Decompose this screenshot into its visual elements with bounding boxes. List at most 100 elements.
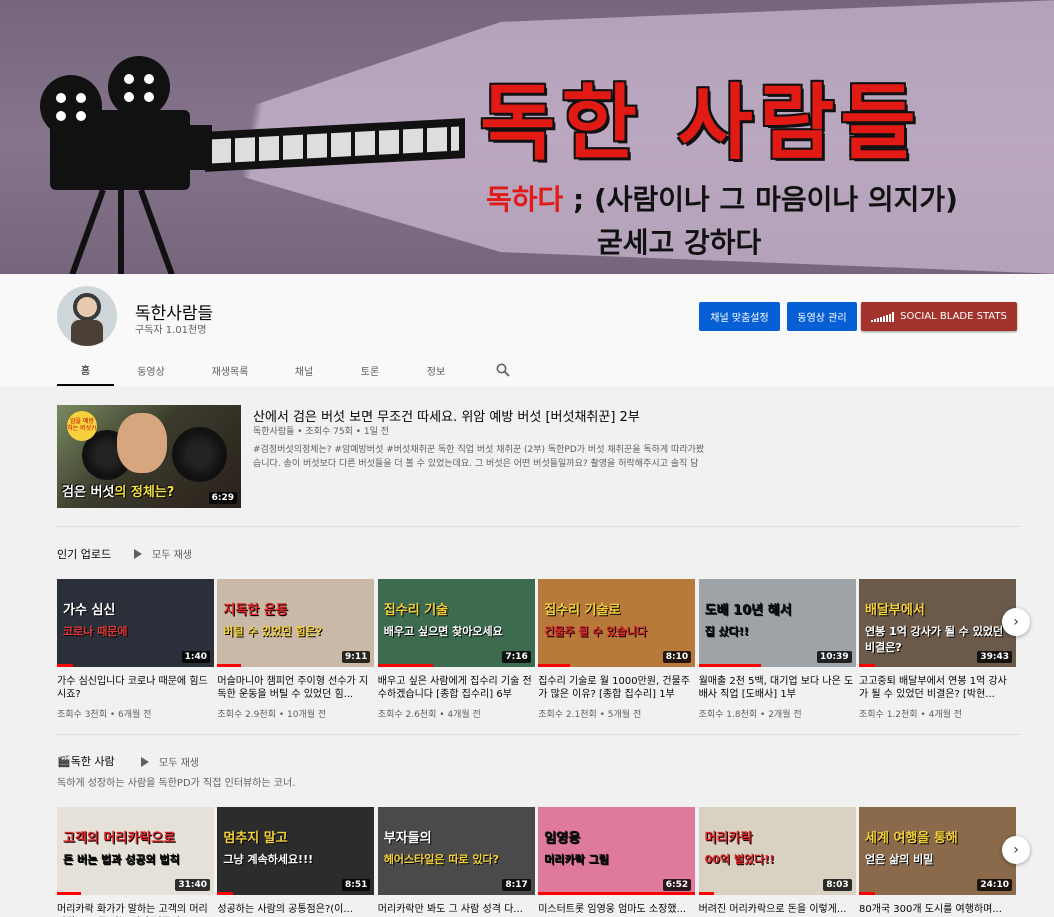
video-thumbnail[interactable]: 가수 심신 코로나 때문에 1:40 [57, 579, 214, 667]
video-thumbnail[interactable]: 부자들의헤어스타일은 따로 있다? 8:17 [377, 807, 535, 895]
video-duration: 39:43 [977, 651, 1012, 663]
video-title[interactable]: 집수리 기술로 월 1000만원, 건물주가 많은 이유? [종합 집수리] 1… [538, 675, 695, 701]
video-meta: 조회수 2.6천회 • 4개월 전 [377, 710, 481, 720]
manage-videos-button[interactable]: 동영상 관리 [787, 302, 857, 331]
video-title[interactable]: 월매출 2천 5백, 대기업 보다 나은 도배사 직업 [도배사] 1부 [699, 675, 856, 701]
video-thumbnail[interactable]: 지독한 운동 버틸 수 있었던 힘은? 9:11 [217, 579, 375, 667]
thumbnail-text: 집수리 기술 [383, 603, 449, 618]
film-reel-icon [40, 75, 102, 137]
watch-progress-bar [377, 664, 433, 667]
video-thumbnail[interactable]: 배달부에서 연봉 1억 강사가 될 수 있었던 비결은? 39:43 [859, 579, 1016, 667]
tab-home[interactable]: 홈 [57, 354, 114, 386]
tab-playlists[interactable]: 재생목록 [188, 354, 272, 386]
featured-video-meta: 독한사람들 • 조회수 75회 • 1일 전 [253, 427, 390, 437]
video-duration: 8:10 [662, 651, 692, 663]
shelf-title-popular[interactable]: 인기 업로드 [57, 546, 111, 562]
featured-video-description: #검정버섯의정체는? #암예방버섯 #버섯채취꾼 독한 직업 버섯 채취꾼 (2… [253, 445, 705, 469]
video-title[interactable]: 버려진 머리카락으로 돈을 이렇게... [699, 903, 856, 917]
tab-about[interactable]: 정보 [404, 354, 468, 386]
video-title[interactable]: 머리카락만 봐도 그 사람 성격 다... [378, 903, 535, 917]
play-all-button[interactable]: 모두 재생 [141, 754, 199, 769]
video-duration: 8:51 [342, 879, 371, 891]
thumbnail-text: 머리카락 그림 [544, 853, 609, 866]
thumbnail-caption: 검은 버섯의 정체는? [62, 485, 175, 500]
thumbnail-text: 버틸 수 있었던 힘은? [223, 625, 323, 638]
video-thumbnail[interactable]: 고객의 머리카락으로 돈 버는 법과 성공의 법칙 31:40 [57, 807, 214, 895]
shelf-description: 독하게 성장하는 사람을 독한PD가 직접 인터뷰하는 코너. [57, 778, 296, 789]
video-duration: 8:17 [502, 879, 531, 891]
video-thumbnail[interactable]: 멈추지 말고 그냥 계속하세요!!! 8:51 [217, 807, 375, 895]
tab-channels[interactable]: 채널 [272, 354, 336, 386]
thumbnail-text: 얻은 삶의 비밀 [865, 853, 934, 866]
watch-progress-bar [859, 892, 875, 895]
video-card[interactable]: 가수 심신 코로나 때문에 1:40 가수 심신입니다 코로나 때문에 힘드시죠? 조회… [57, 579, 214, 720]
video-card[interactable]: 멈추지 말고 그냥 계속하세요!!! 8:51 성공하는 사람의 공통점은?(이... [217, 807, 375, 917]
video-title[interactable]: 미스터트롯 임영웅 엄마도 소장했... [538, 903, 695, 917]
avatar[interactable] [57, 286, 117, 346]
video-thumbnail[interactable]: 머리카락 00억 벌었다!! 8:03 [698, 807, 856, 895]
socialblade-label: SOCIAL BLADE STATS [900, 311, 1007, 322]
video-card[interactable]: 도배 10년 해서 집 샀다!! 10:39 월매출 2천 5백, 대기업 보다 나은… [698, 579, 856, 720]
video-card[interactable]: 집수리 기술배우고 싶으면 찾아오세요 7:16 배우고 싶은 사람에게 집수리 기… [377, 579, 535, 720]
video-duration: 7:16 [502, 651, 531, 663]
video-card[interactable]: 지독한 운동 버틸 수 있었던 힘은? 9:11 머슬마니아 챔피언 주이형 선수가 … [217, 579, 375, 720]
thumbnail-text: 세계 여행을 통해 [865, 831, 958, 846]
video-card[interactable]: 머리카락 00억 벌었다!! 8:03 버려진 머리카락으로 돈을 이렇게... [698, 807, 856, 917]
video-card[interactable]: 세계 여행을 통해얻은 삶의 비밀 24:10 80개국 300개 도시를 여행하며… [859, 807, 1016, 917]
video-thumbnail[interactable]: 도배 10년 해서 집 샀다!! 10:39 [698, 579, 856, 667]
watch-progress-bar [57, 892, 81, 895]
customize-channel-button[interactable]: 채널 맞춤설정 [699, 302, 780, 331]
thumbnail-text: 지독한 운동 [223, 603, 288, 618]
search-icon[interactable] [488, 354, 518, 386]
video-card[interactable]: 배달부에서 연봉 1억 강사가 될 수 있었던 비결은? 39:43 고고중퇴 배달부… [859, 579, 1016, 720]
thumbnail-text: 집 샀다!! [704, 625, 749, 638]
tab-discussion[interactable]: 토론 [336, 354, 404, 386]
video-title[interactable]: 머리카락 화가가 말하는 고객의 머리카락으로 돈 버는 법과 성공의... [57, 903, 214, 917]
channel-tabs: 홈 동영상 재생목록 채널 토론 정보 [57, 354, 518, 386]
video-title[interactable]: 80개국 300개 도시를 여행하며... [859, 903, 1016, 917]
channel-header: 독한사람들 구독자 1.01천명 채널 맞춤설정 동영상 관리 SOCIAL B… [0, 274, 1054, 386]
video-duration: 6:52 [662, 879, 692, 891]
video-card[interactable]: 고객의 머리카락으로 돈 버는 법과 성공의 법칙 31:40 머리카락 화가가 말하… [57, 807, 214, 917]
video-duration: 31:40 [175, 879, 210, 891]
thumbnail-text: 도배 10년 해서 [704, 603, 792, 618]
thumbnail-text: 그냥 계속하세요!!! [223, 853, 314, 866]
thumbnail-text: 부자들의 [383, 831, 432, 846]
mushroom-image [172, 427, 227, 482]
play-all-button[interactable]: 모두 재생 [134, 546, 192, 561]
video-title[interactable]: 성공하는 사람의 공통점은?(이... [217, 903, 374, 917]
shelf-title-dokhan[interactable]: 🎬독한 사람 [57, 753, 115, 769]
video-thumbnail[interactable]: 집수리 기술로 건물주 될 수 있습니다 8:10 [538, 579, 696, 667]
video-title[interactable]: 가수 심신입니다 코로나 때문에 힘드시죠? [57, 675, 214, 701]
subscriber-count: 구독자 1.01천명 [135, 325, 207, 336]
featured-video-thumbnail[interactable]: 암을 예방 하는 버섯?! 검은 버섯의 정체는? 6:29 [57, 405, 241, 508]
tab-videos[interactable]: 동영상 [114, 354, 188, 386]
video-thumbnail[interactable]: 집수리 기술배우고 싶으면 찾아오세요 7:16 [377, 579, 535, 667]
video-title[interactable]: 머슬마니아 챔피언 주이형 선수가 지독한 운동을 버틸 수 있었던 힘... [217, 675, 374, 701]
tripod [118, 185, 124, 274]
chevron-right-icon[interactable]: › [1002, 608, 1030, 636]
video-meta: 조회수 2.9천회 • 10개월 전 [217, 710, 327, 720]
banner-subtitle-highlight: 독하다 [486, 183, 564, 216]
banner-title: 독한 사람들 [480, 76, 922, 171]
thumbnail-text: 배우고 싶으면 찾아오세요 [383, 625, 503, 638]
video-thumbnail[interactable]: 임영웅 머리카락 그림 6:52 [538, 807, 696, 895]
thumbnail-text: 집수리 기술로 [544, 603, 621, 618]
thumbnail-text: 헤어스타일은 따로 있다? [383, 853, 500, 866]
video-title[interactable]: 배우고 싶은 사람에게 집수리 기술 전수하겠습니다 [종합 집수리] 6부 [378, 675, 535, 701]
video-thumbnail[interactable]: 세계 여행을 통해얻은 삶의 비밀 24:10 [859, 807, 1016, 895]
channel-banner: 독한 사람들 독하다 ; (사람이나 그 마음이나 의지가) 굳세고 강하다 [0, 0, 1054, 274]
chevron-right-icon[interactable]: › [1002, 836, 1030, 864]
video-duration: 1:40 [181, 651, 210, 663]
video-card[interactable]: 임영웅 머리카락 그림 6:52 미스터트롯 임영웅 엄마도 소장했... [538, 807, 696, 917]
video-title[interactable]: 고고중퇴 배달부에서 연봉 1억 강사가 될 수 있었던 비결은? [박현... [859, 675, 1016, 701]
video-meta: 조회수 2.1천회 • 5개월 전 [538, 710, 642, 720]
play-icon [141, 756, 149, 767]
video-card[interactable]: 집수리 기술로 건물주 될 수 있습니다 8:10 집수리 기술로 월 1000만원,… [538, 579, 696, 720]
play-icon [134, 548, 142, 559]
video-duration: 24:10 [977, 879, 1012, 891]
featured-video-title[interactable]: 산에서 검은 버섯 보면 무조건 따세요. 위암 예방 버섯 [버섯채취꾼] 2… [253, 406, 640, 425]
socialblade-stats-button[interactable]: SOCIAL BLADE STATS [861, 302, 1017, 331]
person-image [117, 413, 167, 473]
video-card[interactable]: 부자들의헤어스타일은 따로 있다? 8:17 머리카락만 봐도 그 사람 성격 다.… [377, 807, 535, 917]
